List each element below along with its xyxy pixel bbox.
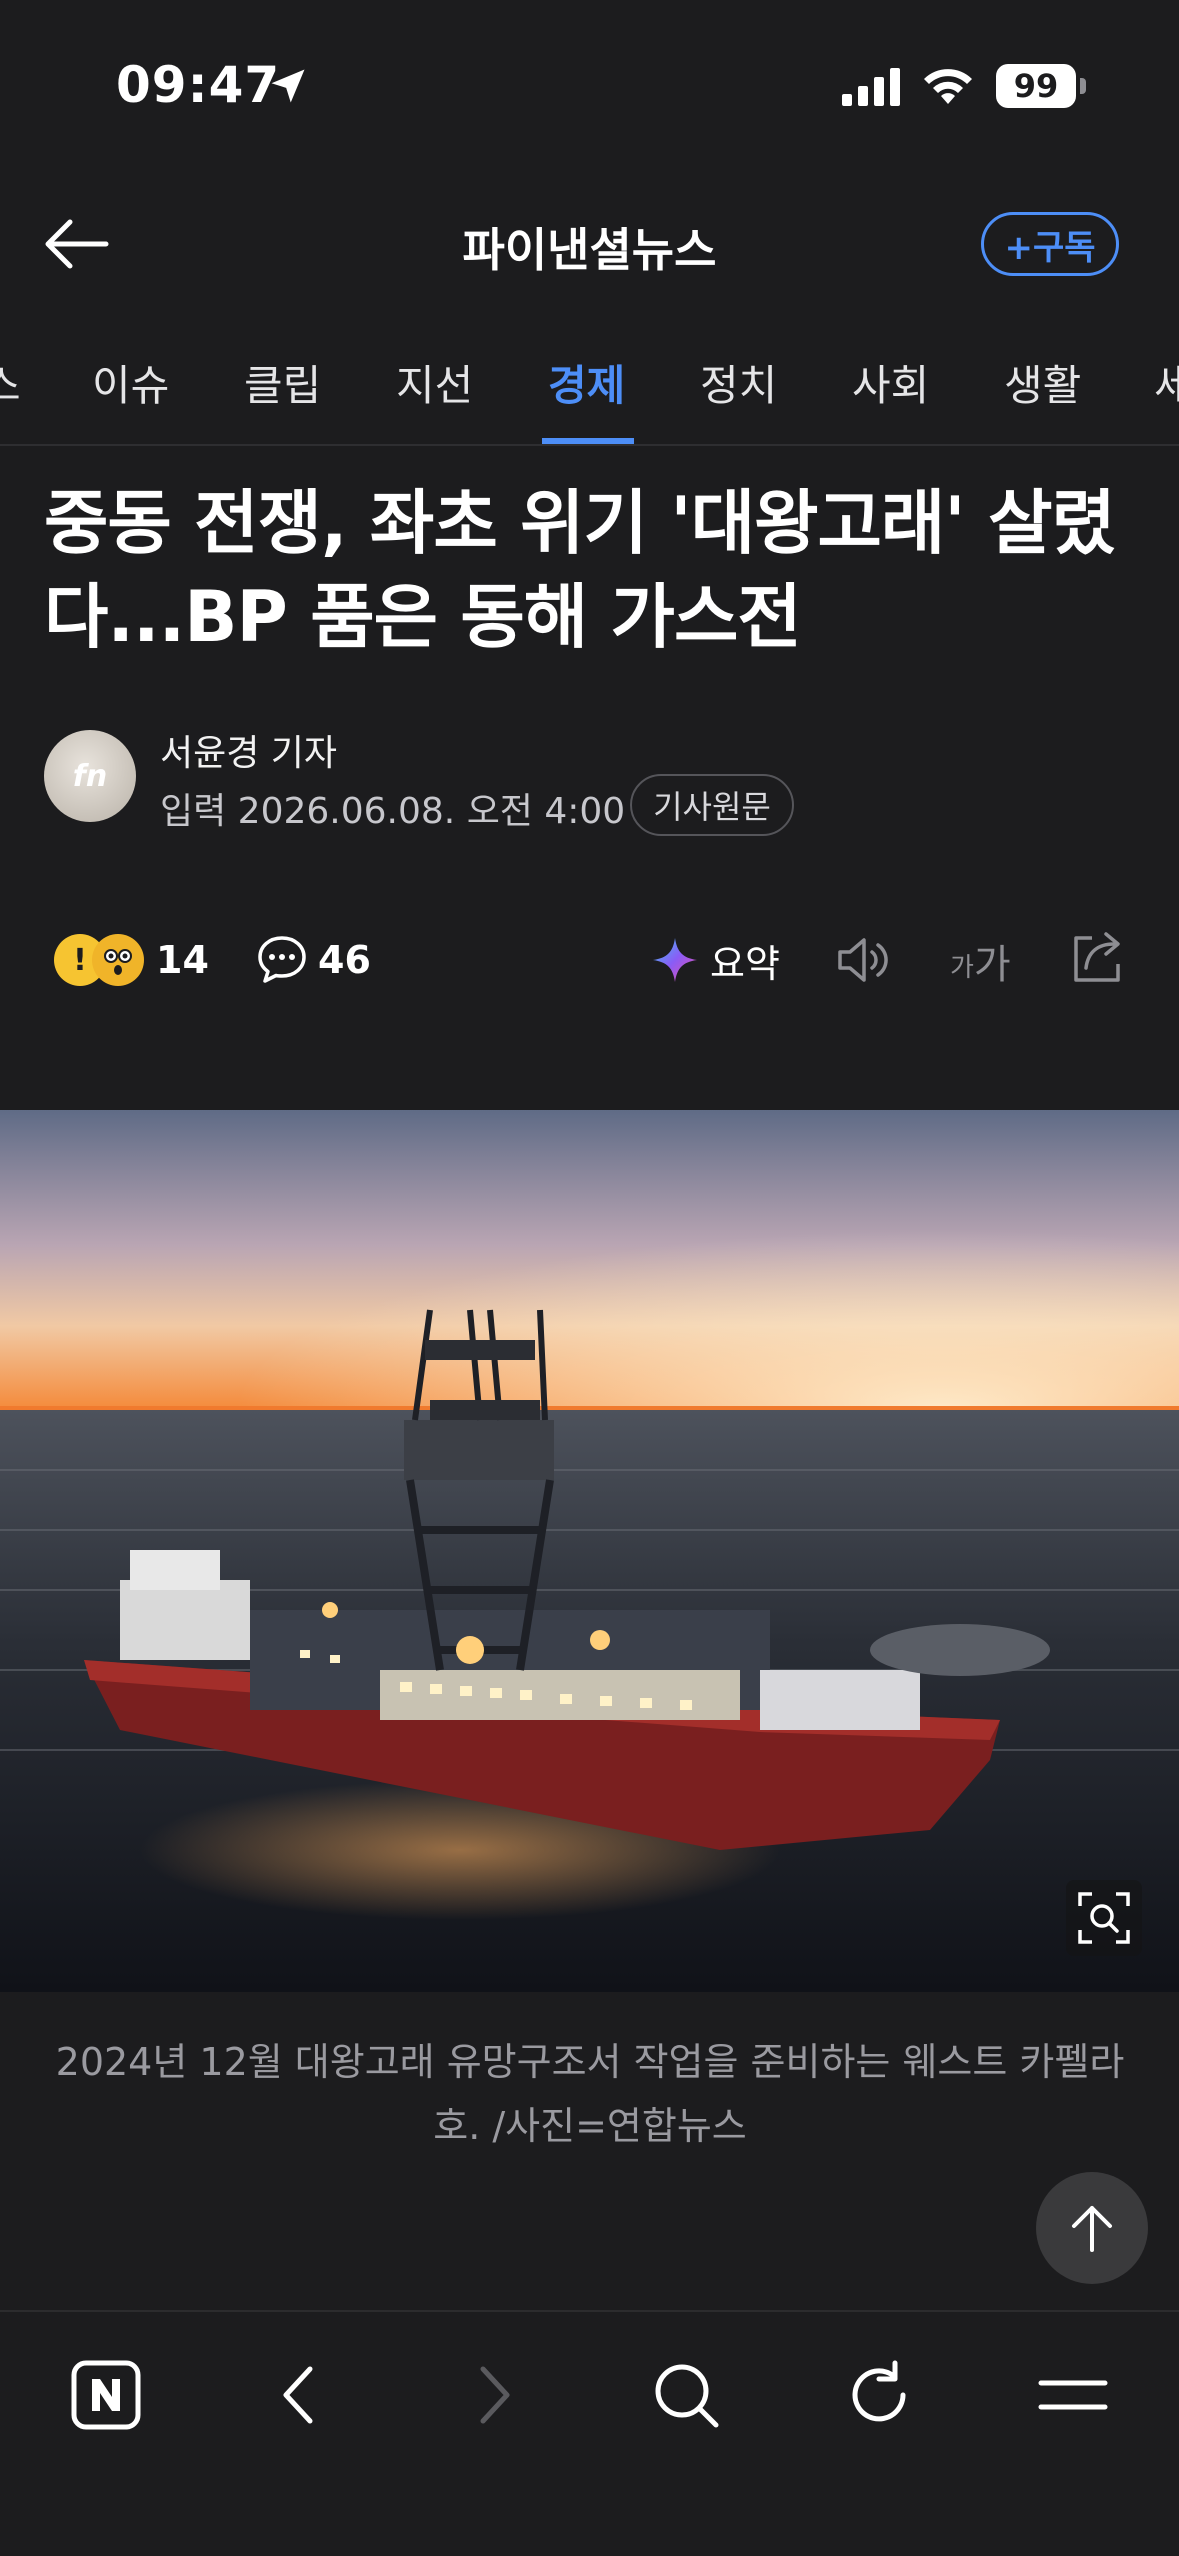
article-action-bar: ! 14 46 요약 가 가 xyxy=(0,920,1179,1000)
search-icon xyxy=(655,2364,719,2428)
share-icon[interactable] xyxy=(1068,926,1128,988)
publish-date: 입력 2026.06.08. 오전 4:00 xyxy=(160,791,626,832)
scroll-to-top-button[interactable] xyxy=(1036,2172,1148,2284)
active-tab-indicator xyxy=(542,438,634,444)
ai-summary-icon xyxy=(653,938,697,982)
forward-nav-button[interactable] xyxy=(449,2350,539,2440)
reload-icon xyxy=(852,2360,906,2422)
author-name[interactable]: 서윤경 기자 xyxy=(160,724,337,776)
menu-button[interactable] xyxy=(1028,2350,1118,2440)
comment-icon xyxy=(258,936,306,983)
category-tabs: 스 이슈 클립 지선 경제 정치 사회 생활 세 xyxy=(0,330,1179,446)
publisher-avatar[interactable]: fn xyxy=(44,730,136,822)
battery-nub xyxy=(1080,78,1086,94)
tab-partial-left[interactable]: 스 xyxy=(0,352,21,413)
naver-home-button[interactable] xyxy=(61,2350,151,2440)
tab-economy[interactable]: 경제 xyxy=(548,352,625,413)
status-bar: 09:47 99 xyxy=(0,0,1179,160)
summary-label: 요약 xyxy=(710,941,780,986)
cellular-signal-icon xyxy=(842,68,900,106)
back-arrow-icon xyxy=(45,219,109,269)
comment-button[interactable]: 46 xyxy=(256,930,371,990)
photo-caption: 2024년 12월 대왕고래 유망구조서 작업을 준비하는 웨스트 카펠라호. … xyxy=(55,2040,1125,2148)
tab-life[interactable]: 생활 xyxy=(1004,352,1081,413)
reload-button[interactable] xyxy=(834,2350,924,2440)
back-nav-button[interactable] xyxy=(254,2350,344,2440)
menu-icon xyxy=(1038,2380,1108,2410)
tab-politics[interactable]: 정치 xyxy=(700,352,777,413)
tab-society[interactable]: 사회 xyxy=(852,352,929,413)
article-headline: 중동 전쟁, 좌초 위기 '대왕고래' 살렸다...BP 품은 동해 가스전 xyxy=(44,482,1116,658)
comment-count: 46 xyxy=(318,938,371,982)
font-big-label: 가 xyxy=(973,942,1011,988)
photo-zoom-button[interactable] xyxy=(1066,1880,1142,1956)
wifi-icon xyxy=(924,69,972,104)
status-time: 09:47 xyxy=(116,56,281,114)
browser-toolbar xyxy=(0,2310,1179,2556)
article-photo[interactable] xyxy=(0,1110,1179,1992)
tab-election[interactable]: 지선 xyxy=(396,352,473,413)
arrow-up-icon xyxy=(1072,2206,1112,2252)
app-header: 파이낸셜뉴스 +구독 xyxy=(0,190,1179,300)
chevron-right-icon xyxy=(480,2366,510,2424)
font-size-button[interactable]: 가 가 xyxy=(950,930,1011,990)
reaction-count: 14 xyxy=(156,938,209,982)
speaker-icon[interactable] xyxy=(834,930,894,990)
location-arrow-icon xyxy=(271,69,305,103)
zoom-icon xyxy=(1078,1892,1130,1944)
shocked-emoji-icon xyxy=(92,934,144,986)
tab-partial-right[interactable]: 세 xyxy=(1154,352,1179,413)
font-small-label: 가 xyxy=(950,953,974,983)
tab-issue[interactable]: 이슈 xyxy=(92,352,169,413)
chevron-left-icon xyxy=(283,2366,313,2424)
tab-clip[interactable]: 클립 xyxy=(244,352,321,413)
news-article-screen: 09:47 99 파이낸셜뉴스 +구독 스 이슈 클립 xyxy=(0,0,1179,2556)
back-button[interactable] xyxy=(38,212,114,276)
original-article-button[interactable]: 기사원문 xyxy=(630,774,794,836)
subscribe-button[interactable]: +구독 xyxy=(981,212,1119,276)
battery-icon: 99 xyxy=(996,64,1076,108)
naver-home-icon xyxy=(71,2360,141,2430)
ai-summary-button[interactable]: 요약 xyxy=(650,930,780,990)
search-button[interactable] xyxy=(641,2350,731,2440)
reaction-button[interactable]: ! 14 xyxy=(54,930,209,990)
